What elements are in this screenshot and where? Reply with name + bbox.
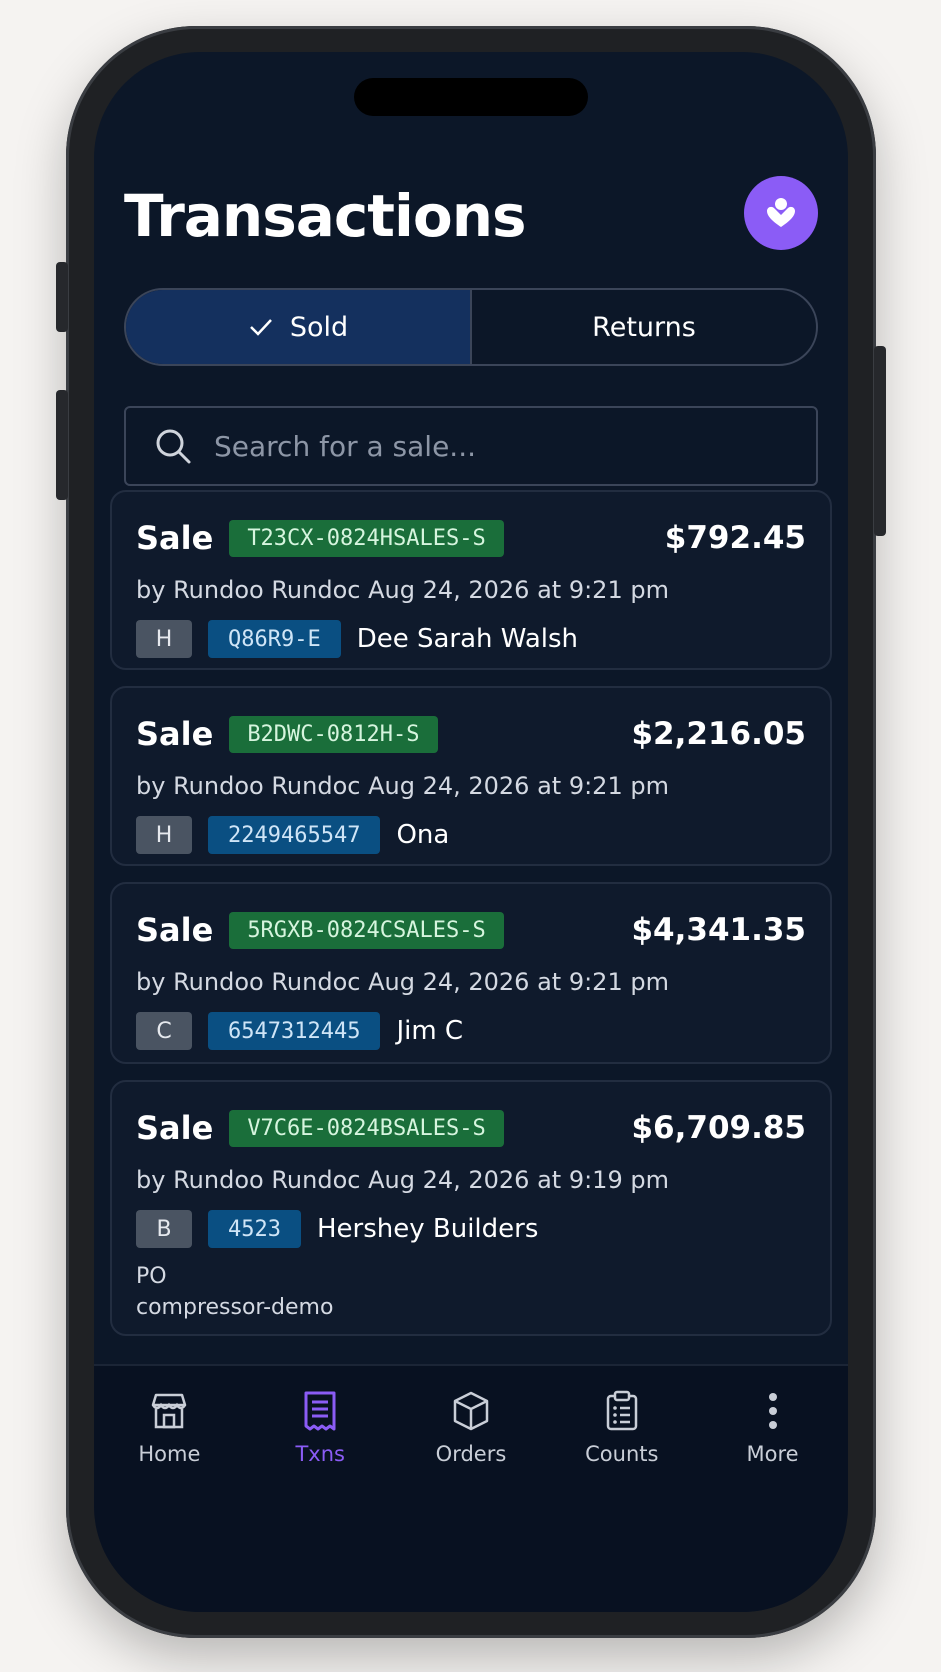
- customer-name: Dee Sarah Walsh: [356, 624, 579, 654]
- nav-label: Orders: [435, 1442, 507, 1466]
- category-letter-tag: H: [136, 620, 192, 658]
- category-letter-tag: H: [136, 816, 192, 854]
- customer-name: Hershey Builders: [316, 1214, 539, 1244]
- tab-returns[interactable]: Returns: [472, 290, 816, 364]
- po-label: PO: [136, 1264, 167, 1289]
- transaction-type-toggle: Sold Returns: [124, 288, 818, 366]
- transaction-type: Sale: [136, 715, 214, 753]
- transaction-byline: by Rundoo Rundoc Aug 24, 2026 at 9:19 pm: [136, 1166, 669, 1194]
- account-number-tag: 6547312445: [208, 1012, 381, 1050]
- clipboard-icon: [606, 1390, 638, 1431]
- transaction-amount: $2,216.05: [631, 716, 806, 752]
- tab-returns-label: Returns: [592, 311, 696, 343]
- nav-label: Txns: [295, 1442, 345, 1466]
- transaction-id-tag: V7C6E-0824BSALES-S: [229, 1109, 504, 1147]
- category-letter-tag: C: [136, 1012, 192, 1050]
- nav-label: More: [746, 1442, 799, 1466]
- transaction-card[interactable]: Sale T23CX-0824HSALES-S $792.45 by Rundo…: [110, 490, 832, 670]
- bottom-nav: Home Txns Orders Counts More: [94, 1364, 848, 1612]
- page-title: Transactions: [124, 182, 527, 250]
- transaction-byline: by Rundoo Rundoc Aug 24, 2026 at 9:21 pm: [136, 772, 669, 800]
- transaction-amount: $4,341.35: [631, 912, 806, 948]
- customer-name: Jim C: [396, 1016, 464, 1046]
- box-icon: [453, 1391, 489, 1431]
- transaction-type: Sale: [136, 1109, 214, 1147]
- po-value: compressor-demo: [136, 1295, 334, 1320]
- nav-item-home[interactable]: Home: [94, 1388, 245, 1612]
- power-button: [874, 346, 886, 536]
- more-vertical-icon: [768, 1393, 777, 1429]
- transaction-byline: by Rundoo Rundoc Aug 24, 2026 at 9:21 pm: [136, 576, 669, 604]
- search-box: [124, 406, 818, 486]
- search-icon: [156, 429, 191, 464]
- mute-switch: [56, 262, 68, 332]
- search-input[interactable]: [214, 429, 774, 463]
- nav-item-counts[interactable]: Counts: [546, 1388, 697, 1612]
- tab-sold[interactable]: Sold: [126, 290, 472, 364]
- screen: Transactions Sold Returns Sale T23CX-082…: [94, 52, 848, 1612]
- check-icon: [249, 319, 272, 336]
- transaction-amount: $792.45: [664, 520, 806, 556]
- receipt-icon: [304, 1391, 336, 1431]
- nav-label: Home: [138, 1442, 201, 1466]
- transaction-id-tag: T23CX-0824HSALES-S: [229, 519, 504, 557]
- volume-button: [56, 390, 68, 500]
- tab-sold-label: Sold: [289, 311, 349, 343]
- dynamic-island: [354, 78, 588, 116]
- nav-label: Counts: [585, 1442, 659, 1466]
- transaction-amount: $6,709.85: [631, 1110, 806, 1146]
- transaction-type: Sale: [136, 911, 214, 949]
- transaction-id-tag: 5RGXB-0824CSALES-S: [229, 911, 504, 949]
- account-number-tag: 2249465547: [208, 816, 381, 854]
- transaction-id-tag: B2DWC-0812H-S: [229, 715, 438, 753]
- transaction-card[interactable]: Sale 5RGXB-0824CSALES-S $4,341.35 by Run…: [110, 882, 832, 1064]
- nav-item-txns[interactable]: Txns: [245, 1388, 396, 1612]
- transaction-card[interactable]: Sale V7C6E-0824BSALES-S $6,709.85 by Run…: [110, 1080, 832, 1336]
- transaction-type: Sale: [136, 519, 214, 557]
- nav-item-more[interactable]: More: [697, 1388, 848, 1612]
- user-heart-icon: [767, 198, 795, 227]
- nav-item-orders[interactable]: Orders: [396, 1388, 547, 1612]
- transaction-card[interactable]: Sale B2DWC-0812H-S $2,216.05 by Rundoo R…: [110, 686, 832, 866]
- store-icon: [152, 1393, 187, 1429]
- transaction-byline: by Rundoo Rundoc Aug 24, 2026 at 9:21 pm: [136, 968, 669, 996]
- category-letter-tag: B: [136, 1210, 192, 1248]
- customer-name: Ona: [396, 820, 450, 850]
- account-number-tag: 4523: [208, 1210, 301, 1248]
- profile-avatar[interactable]: [744, 176, 818, 250]
- account-number-tag: Q86R9-E: [208, 620, 341, 658]
